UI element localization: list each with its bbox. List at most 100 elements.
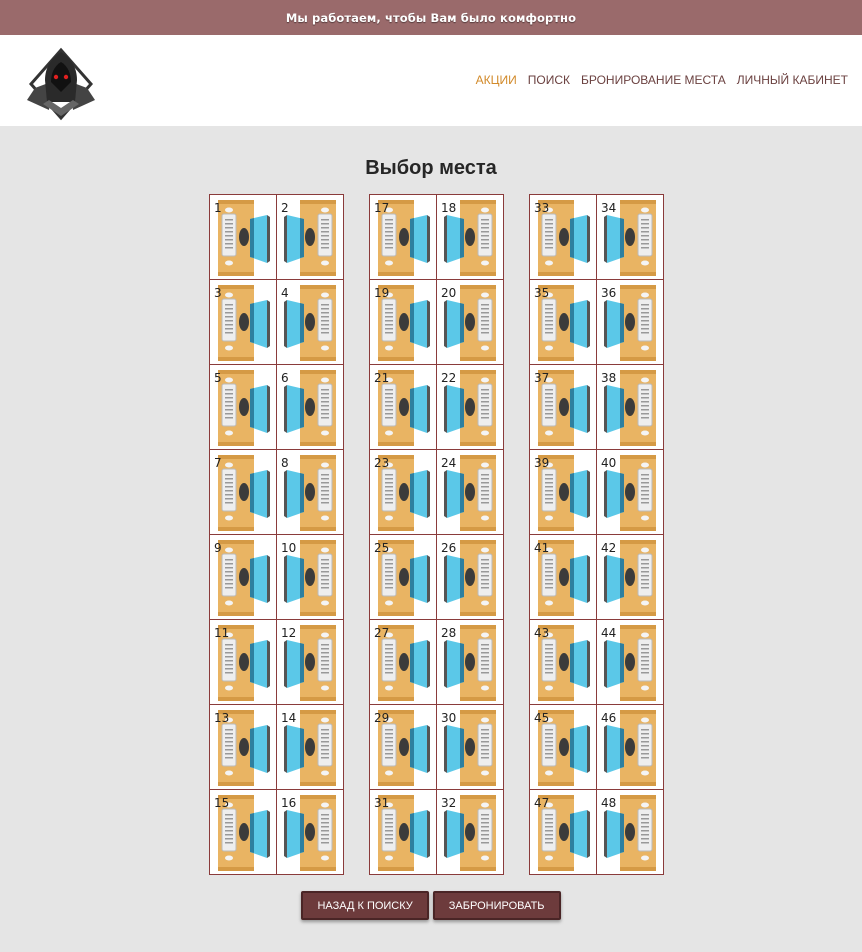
seat-19[interactable]: 19 [370,280,437,365]
nav-seat-booking[interactable]: БРОНИРОВАНИЕ МЕСТА [581,73,726,87]
seat-number: 48 [601,796,617,810]
seat-number: 30 [441,711,457,725]
seat-32[interactable]: 32 [437,790,504,875]
seat-42[interactable]: 42 [597,535,664,620]
seat-number: 26 [441,541,457,555]
site-header: АКЦИИ ПОИСК БРОНИРОВАНИЕ МЕСТА ЛИЧНЫЙ КА… [0,35,862,126]
seat-1[interactable]: 1 [210,195,277,280]
seat-number: 46 [601,711,617,725]
seat-12[interactable]: 12 [277,620,344,705]
seat-48[interactable]: 48 [597,790,664,875]
seat-number: 27 [374,626,390,640]
seat-number: 28 [441,626,457,640]
seat-39[interactable]: 39 [530,450,597,535]
seat-number: 10 [281,541,297,555]
seat-6[interactable]: 6 [277,365,344,450]
seat-number: 3 [214,286,222,300]
seat-number: 4 [281,286,289,300]
book-button[interactable]: ЗАБРОНИРОВАТЬ [432,891,561,920]
seat-3[interactable]: 3 [210,280,277,365]
seat-number: 12 [281,626,297,640]
hooded-figure-logo[interactable] [21,44,101,124]
seat-number: 25 [374,541,390,555]
seat-28[interactable]: 28 [437,620,504,705]
nav-promotions[interactable]: АКЦИИ [476,73,517,87]
seat-43[interactable]: 43 [530,620,597,705]
seat-number: 5 [214,371,222,385]
seat-number: 38 [601,371,617,385]
seat-16[interactable]: 16 [277,790,344,875]
seat-number: 16 [281,796,297,810]
seat-number: 19 [374,286,390,300]
seat-18[interactable]: 18 [437,195,504,280]
seat-number: 20 [441,286,457,300]
seat-34[interactable]: 34 [597,195,664,280]
seat-block: 1 2 3 4 5 6 7 8 9 10 11 12 13 14 15 16 [209,194,344,875]
seat-27[interactable]: 27 [370,620,437,705]
seat-10[interactable]: 10 [277,535,344,620]
seat-5[interactable]: 5 [210,365,277,450]
seat-15[interactable]: 15 [210,790,277,875]
seat-number: 44 [601,626,617,640]
seat-38[interactable]: 38 [597,365,664,450]
seat-23[interactable]: 23 [370,450,437,535]
seat-17[interactable]: 17 [370,195,437,280]
seat-number: 33 [534,201,550,215]
seat-8[interactable]: 8 [277,450,344,535]
seat-29[interactable]: 29 [370,705,437,790]
seat-41[interactable]: 41 [530,535,597,620]
nav-personal-account[interactable]: ЛИЧНЫЙ КАБИНЕТ [737,73,848,87]
seat-number: 15 [214,796,230,810]
seat-number: 13 [214,711,230,725]
seat-number: 34 [601,201,617,215]
seat-2[interactable]: 2 [277,195,344,280]
seat-33[interactable]: 33 [530,195,597,280]
seat-25[interactable]: 25 [370,535,437,620]
seat-number: 24 [441,456,457,470]
seat-block: 17 18 19 20 21 22 23 24 25 26 27 28 29 3… [369,194,504,875]
seat-21[interactable]: 21 [370,365,437,450]
seat-35[interactable]: 35 [530,280,597,365]
top-banner: Мы работаем, чтобы Вам было комфортно [0,0,862,35]
seat-number: 21 [374,371,390,385]
seat-number: 39 [534,456,550,470]
seat-number: 42 [601,541,617,555]
seat-46[interactable]: 46 [597,705,664,790]
seat-26[interactable]: 26 [437,535,504,620]
seat-number: 22 [441,371,457,385]
seat-13[interactable]: 13 [210,705,277,790]
seat-number: 6 [281,371,289,385]
seat-45[interactable]: 45 [530,705,597,790]
seat-number: 45 [534,711,550,725]
seat-40[interactable]: 40 [597,450,664,535]
seat-number: 37 [534,371,550,385]
seat-22[interactable]: 22 [437,365,504,450]
seat-36[interactable]: 36 [597,280,664,365]
seat-number: 31 [374,796,390,810]
seat-number: 7 [214,456,222,470]
seat-number: 32 [441,796,457,810]
seat-20[interactable]: 20 [437,280,504,365]
seat-4[interactable]: 4 [277,280,344,365]
seat-number: 43 [534,626,550,640]
back-to-search-button[interactable]: НАЗАД К ПОИСКУ [301,891,429,920]
seat-44[interactable]: 44 [597,620,664,705]
seat-number: 1 [214,201,222,215]
main-nav: АКЦИИ ПОИСК БРОНИРОВАНИЕ МЕСТА ЛИЧНЫЙ КА… [476,73,848,87]
seat-number: 29 [374,711,390,725]
seat-number: 11 [214,626,230,640]
seat-9[interactable]: 9 [210,535,277,620]
seat-30[interactable]: 30 [437,705,504,790]
seat-7[interactable]: 7 [210,450,277,535]
seat-24[interactable]: 24 [437,450,504,535]
seat-11[interactable]: 11 [210,620,277,705]
seat-31[interactable]: 31 [370,790,437,875]
seat-number: 36 [601,286,617,300]
nav-search[interactable]: ПОИСК [528,73,570,87]
seat-37[interactable]: 37 [530,365,597,450]
seat-number: 8 [281,456,289,470]
seat-14[interactable]: 14 [277,705,344,790]
seat-number: 14 [281,711,297,725]
seat-47[interactable]: 47 [530,790,597,875]
action-buttons: НАЗАД К ПОИСКУ ЗАБРОНИРОВАТЬ [0,891,862,920]
